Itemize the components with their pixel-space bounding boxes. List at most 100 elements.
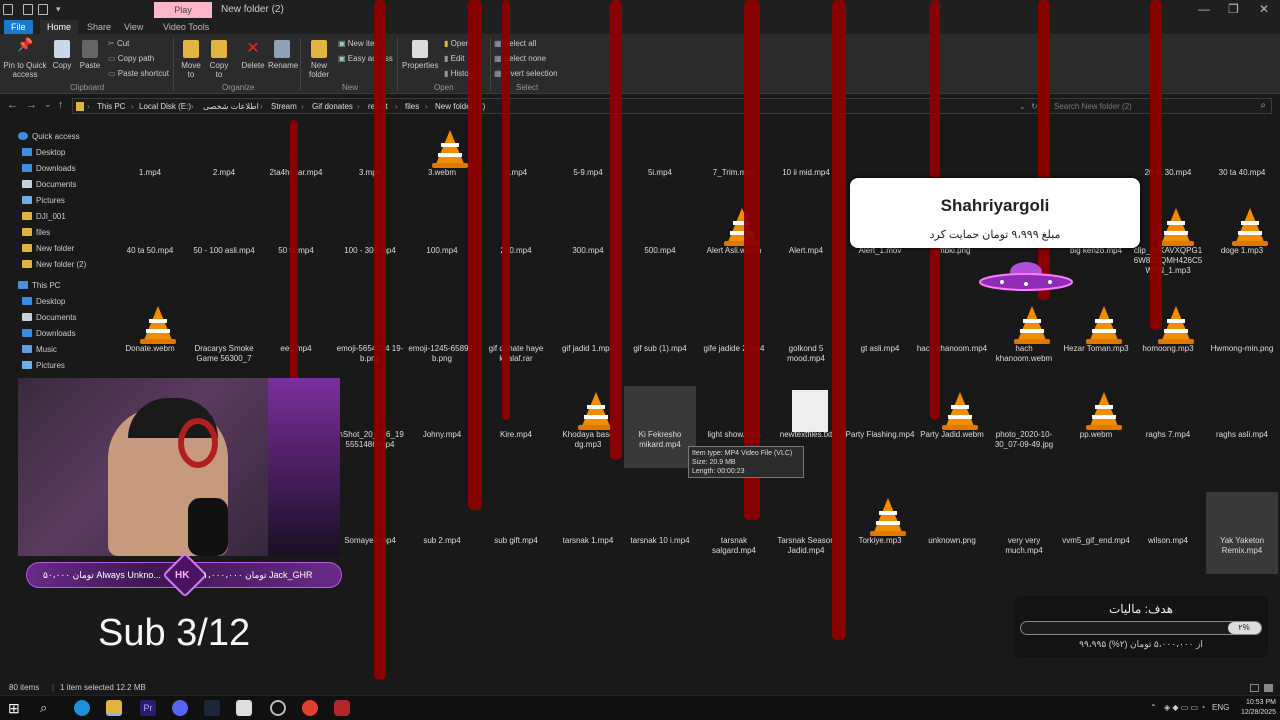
file-name: emoji-1245-65891-b.png [408, 344, 476, 363]
file-item[interactable]: 50 ta.mp4 [260, 202, 332, 284]
file-item[interactable]: gif sub (1).mp4 [624, 300, 696, 382]
file-item[interactable]: 300.mp4 [552, 202, 624, 284]
file-name: 3.webm [427, 168, 456, 177]
file-item[interactable]: hach khanoom.mp4 [916, 300, 988, 382]
file-item[interactable]: 2ta4hezar.mp4 [260, 124, 332, 206]
app-icon[interactable] [334, 700, 350, 716]
donor-right: ۱،۰۰۰،۰۰۰ تومان Jack_GHR [203, 570, 313, 580]
premiere-icon[interactable]: Pr [140, 700, 156, 716]
file-name: 1.mp4 [138, 168, 162, 177]
language-indicator[interactable]: ENG [1212, 703, 1229, 712]
file-item[interactable]: emoji-1245-65891-b.png [406, 300, 478, 382]
tray-app-icons[interactable]: ◈ ◆ ▭ ▭ ◔ [1164, 703, 1205, 712]
file-name: homoong.mp3 [1142, 344, 1194, 353]
obs-icon[interactable] [270, 700, 286, 716]
chrome-icon[interactable] [302, 700, 318, 716]
file-item[interactable]: homoong.mp3 [1132, 300, 1204, 382]
file-name: gt asli.mp4 [860, 344, 900, 353]
file-name: eeh.mp4 [280, 344, 312, 353]
file-item[interactable]: Hezar Toman.mp3 [1060, 300, 1132, 382]
file-item[interactable]: Party Jadid.webm [916, 386, 988, 468]
file-item[interactable]: Khodaya base dg.mp3 [552, 386, 624, 468]
file-item[interactable]: 7_Trim.mp4 [698, 124, 770, 206]
vlc-cone-icon-wrapper [1214, 206, 1270, 246]
search-icon[interactable]: ⌕ [40, 700, 56, 716]
file-item[interactable]: 20 ta 30.mp4 [1132, 124, 1204, 206]
file-item[interactable]: Donate.webm [114, 300, 186, 382]
file-item[interactable]: gif donate haye khalaf.rar [480, 300, 552, 382]
file-item[interactable]: Alert Asli.webm [698, 202, 770, 284]
file-item[interactable]: 500.mp4 [624, 202, 696, 284]
file-item[interactable]: gife jadide 2.mp4 [698, 300, 770, 382]
file-item[interactable]: raghs asli.mp4 [1206, 386, 1278, 468]
file-item[interactable]: 3.webm [406, 124, 478, 206]
file-item[interactable]: Torkiye.mp3 [844, 492, 916, 574]
file-item[interactable]: 3.mp4 [334, 124, 406, 206]
file-item[interactable]: Party Flashing.mp4 [844, 386, 916, 468]
file-item[interactable]: photo_2020-10-30_07-09-49.jpg [988, 386, 1060, 468]
file-item[interactable]: 200.mp4 [480, 202, 552, 284]
file-item[interactable]: Hwmong-min.png [1206, 300, 1278, 382]
file-item[interactable]: 30 ta 40.mp4 [1206, 124, 1278, 206]
file-item[interactable]: 5-9.mp4 [552, 124, 624, 206]
file-item[interactable]: InShot_20_706_195551486.mp4 [334, 386, 406, 468]
file-item[interactable]: 4.mp4 [480, 124, 552, 206]
file-item[interactable]: gt asli.mp4 [844, 300, 916, 382]
file-item[interactable]: pp.webm [1060, 386, 1132, 468]
file-name: 50 ta.mp4 [278, 246, 314, 255]
file-item[interactable]: 50 - 100 asli.mp4 [188, 202, 260, 284]
file-item[interactable]: tarsnak 10 i.mp4 [624, 492, 696, 574]
file-item[interactable]: vvm5_gif_end.mp4 [1060, 492, 1132, 574]
file-item[interactable]: 100.mp4 [406, 202, 478, 284]
file-item[interactable]: 1.mp4 [114, 124, 186, 206]
file-item[interactable]: raghs 7.mp4 [1132, 386, 1204, 468]
ufo-icon [979, 262, 1073, 291]
file-item[interactable]: clip_01KAVXQPG16W8A2QMH426C5WYN_1.mp3 [1132, 202, 1204, 284]
file-name: Kire.mp4 [499, 430, 532, 439]
file-item[interactable]: Somayeh.mp4 [334, 492, 406, 574]
large-icons-view-icon[interactable] [1264, 684, 1273, 692]
file-item[interactable]: Johny.mp4 [406, 386, 478, 468]
file-item[interactable]: 40 ta 50.mp4 [114, 202, 186, 284]
file-item[interactable]: Dracarys Smoke Game 56300_7 [188, 300, 260, 382]
file-item[interactable]: Yak Yaketon Remix.mp4 [1206, 492, 1278, 574]
file-item[interactable]: 10 ii mid.mp4 [770, 124, 842, 206]
file-item[interactable]: Ki Fekresho mikard.mp4 [624, 386, 696, 468]
tray-overflow-icon[interactable]: ⌃ [1150, 703, 1157, 712]
file-name: 100.mp4 [426, 246, 458, 255]
vlc-cone-icon-wrapper [706, 206, 762, 246]
file-name: clip_01KAVXQPG16W8A2QMH426C5WYN_1.mp3 [1133, 246, 1203, 275]
file-item[interactable]: unknown.png [916, 492, 988, 574]
steam-icon[interactable] [204, 700, 220, 716]
file-item[interactable]: Alert.mp4 [770, 202, 842, 284]
file-item[interactable]: Kire.mp4 [480, 386, 552, 468]
file-name: gif sub (1).mp4 [633, 344, 687, 353]
calculator-icon[interactable] [236, 700, 252, 716]
file-item[interactable]: tarsnak 1.mp4 [552, 492, 624, 574]
windows-start-icon[interactable]: ⊞ [8, 700, 24, 716]
file-name: unknown.png [928, 536, 976, 545]
file-item[interactable]: gif jadid 1.mp4 [552, 300, 624, 382]
file-explorer-icon[interactable] [106, 700, 122, 716]
file-item[interactable]: sub gift.mp4 [480, 492, 552, 574]
file-item[interactable]: Tarsnak Season Jadid.mp4 [770, 492, 842, 574]
taskbar-clock[interactable]: 10:53 PM 12/28/2025 [1232, 698, 1276, 718]
file-item[interactable]: hach khanoom.webm [988, 300, 1060, 382]
file-item[interactable]: doge 1.mp3 [1206, 202, 1278, 284]
edge-browser-icon[interactable] [74, 700, 90, 716]
file-item[interactable]: 100 - 300.mp4 [334, 202, 406, 284]
file-item[interactable]: eeh.mp4 [260, 300, 332, 382]
file-name: Somayeh.mp4 [344, 536, 396, 545]
file-item[interactable]: wilson.mp4 [1132, 492, 1204, 574]
file-name: 40 ta 50.mp4 [126, 246, 174, 255]
file-item[interactable]: 2.mp4 [188, 124, 260, 206]
discord-icon[interactable] [172, 700, 188, 716]
details-view-icon[interactable] [1250, 684, 1259, 692]
file-item[interactable]: sub 2.mp4 [406, 492, 478, 574]
file-item[interactable]: very very much.mp4 [988, 492, 1060, 574]
file-item[interactable]: tarsnak salgard.mp4 [698, 492, 770, 574]
file-item[interactable]: emoji-5654254 19-b.png [334, 300, 406, 382]
file-item[interactable]: golkond 5 mood.mp4 [770, 300, 842, 382]
file-item[interactable]: 5i.mp4 [624, 124, 696, 206]
sub-counter: Sub 3/12 [98, 612, 251, 654]
